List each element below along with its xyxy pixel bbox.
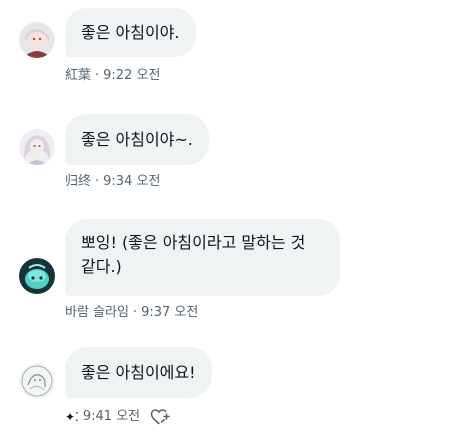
message-meta: ✦⁚ 9:41 오전: [65, 408, 170, 426]
message-text: 좋은 아침이야.: [81, 23, 180, 42]
avatar[interactable]: [19, 363, 55, 399]
message-text: 좋은 아침이야~.: [81, 130, 193, 149]
message-meta: 紅葉 · 9:22 오전: [65, 68, 160, 84]
message-bubble[interactable]: 좋은 아침이야.: [65, 8, 196, 57]
heart-plus-icon[interactable]: [150, 408, 170, 426]
separator-dot: ·: [132, 305, 138, 320]
message-text: 뽀잉! (좋은 아침이라고 말하는 것 같다.): [81, 233, 306, 276]
sender-name[interactable]: 紅葉: [65, 68, 91, 84]
message-meta: 바람 슬라임 · 9:37 오전: [65, 305, 198, 321]
slime-avatar-image: [19, 258, 55, 294]
sender-name[interactable]: 归终: [65, 174, 91, 190]
message-bubble[interactable]: 좋은 아침이야~.: [65, 114, 209, 165]
separator-dot: ·: [95, 174, 100, 189]
anime-character-avatar-image: [19, 22, 55, 58]
separator-dot: ·: [95, 68, 100, 83]
timestamp: 9:41 오전: [82, 409, 141, 424]
sender-name[interactable]: 바람 슬라임: [65, 305, 129, 321]
conversation-thread: 좋은 아침이야. 紅葉 · 9:22 오전 좋은 아침이야~. 归终 · 9:3: [0, 0, 474, 434]
message-bubble[interactable]: 좋은 아침이에요!: [65, 347, 212, 398]
timestamp: 9:22 오전: [103, 68, 161, 83]
anime-character-avatar-image: [19, 129, 55, 165]
timestamp: 9:34 오전: [103, 174, 161, 189]
message-text: 좋은 아침이에요!: [81, 363, 196, 382]
message-bubble[interactable]: 뽀잉! (좋은 아침이라고 말하는 것 같다.): [65, 219, 340, 296]
sender-name[interactable]: ✦⁚: [65, 409, 79, 425]
timestamp: 9:37 오전: [141, 305, 199, 320]
avatar[interactable]: [19, 258, 55, 294]
avatar[interactable]: [19, 129, 55, 165]
avatar[interactable]: [19, 22, 55, 58]
sketch-avatar-image: [19, 363, 55, 399]
message-meta: 归终 · 9:34 오전: [65, 174, 160, 190]
